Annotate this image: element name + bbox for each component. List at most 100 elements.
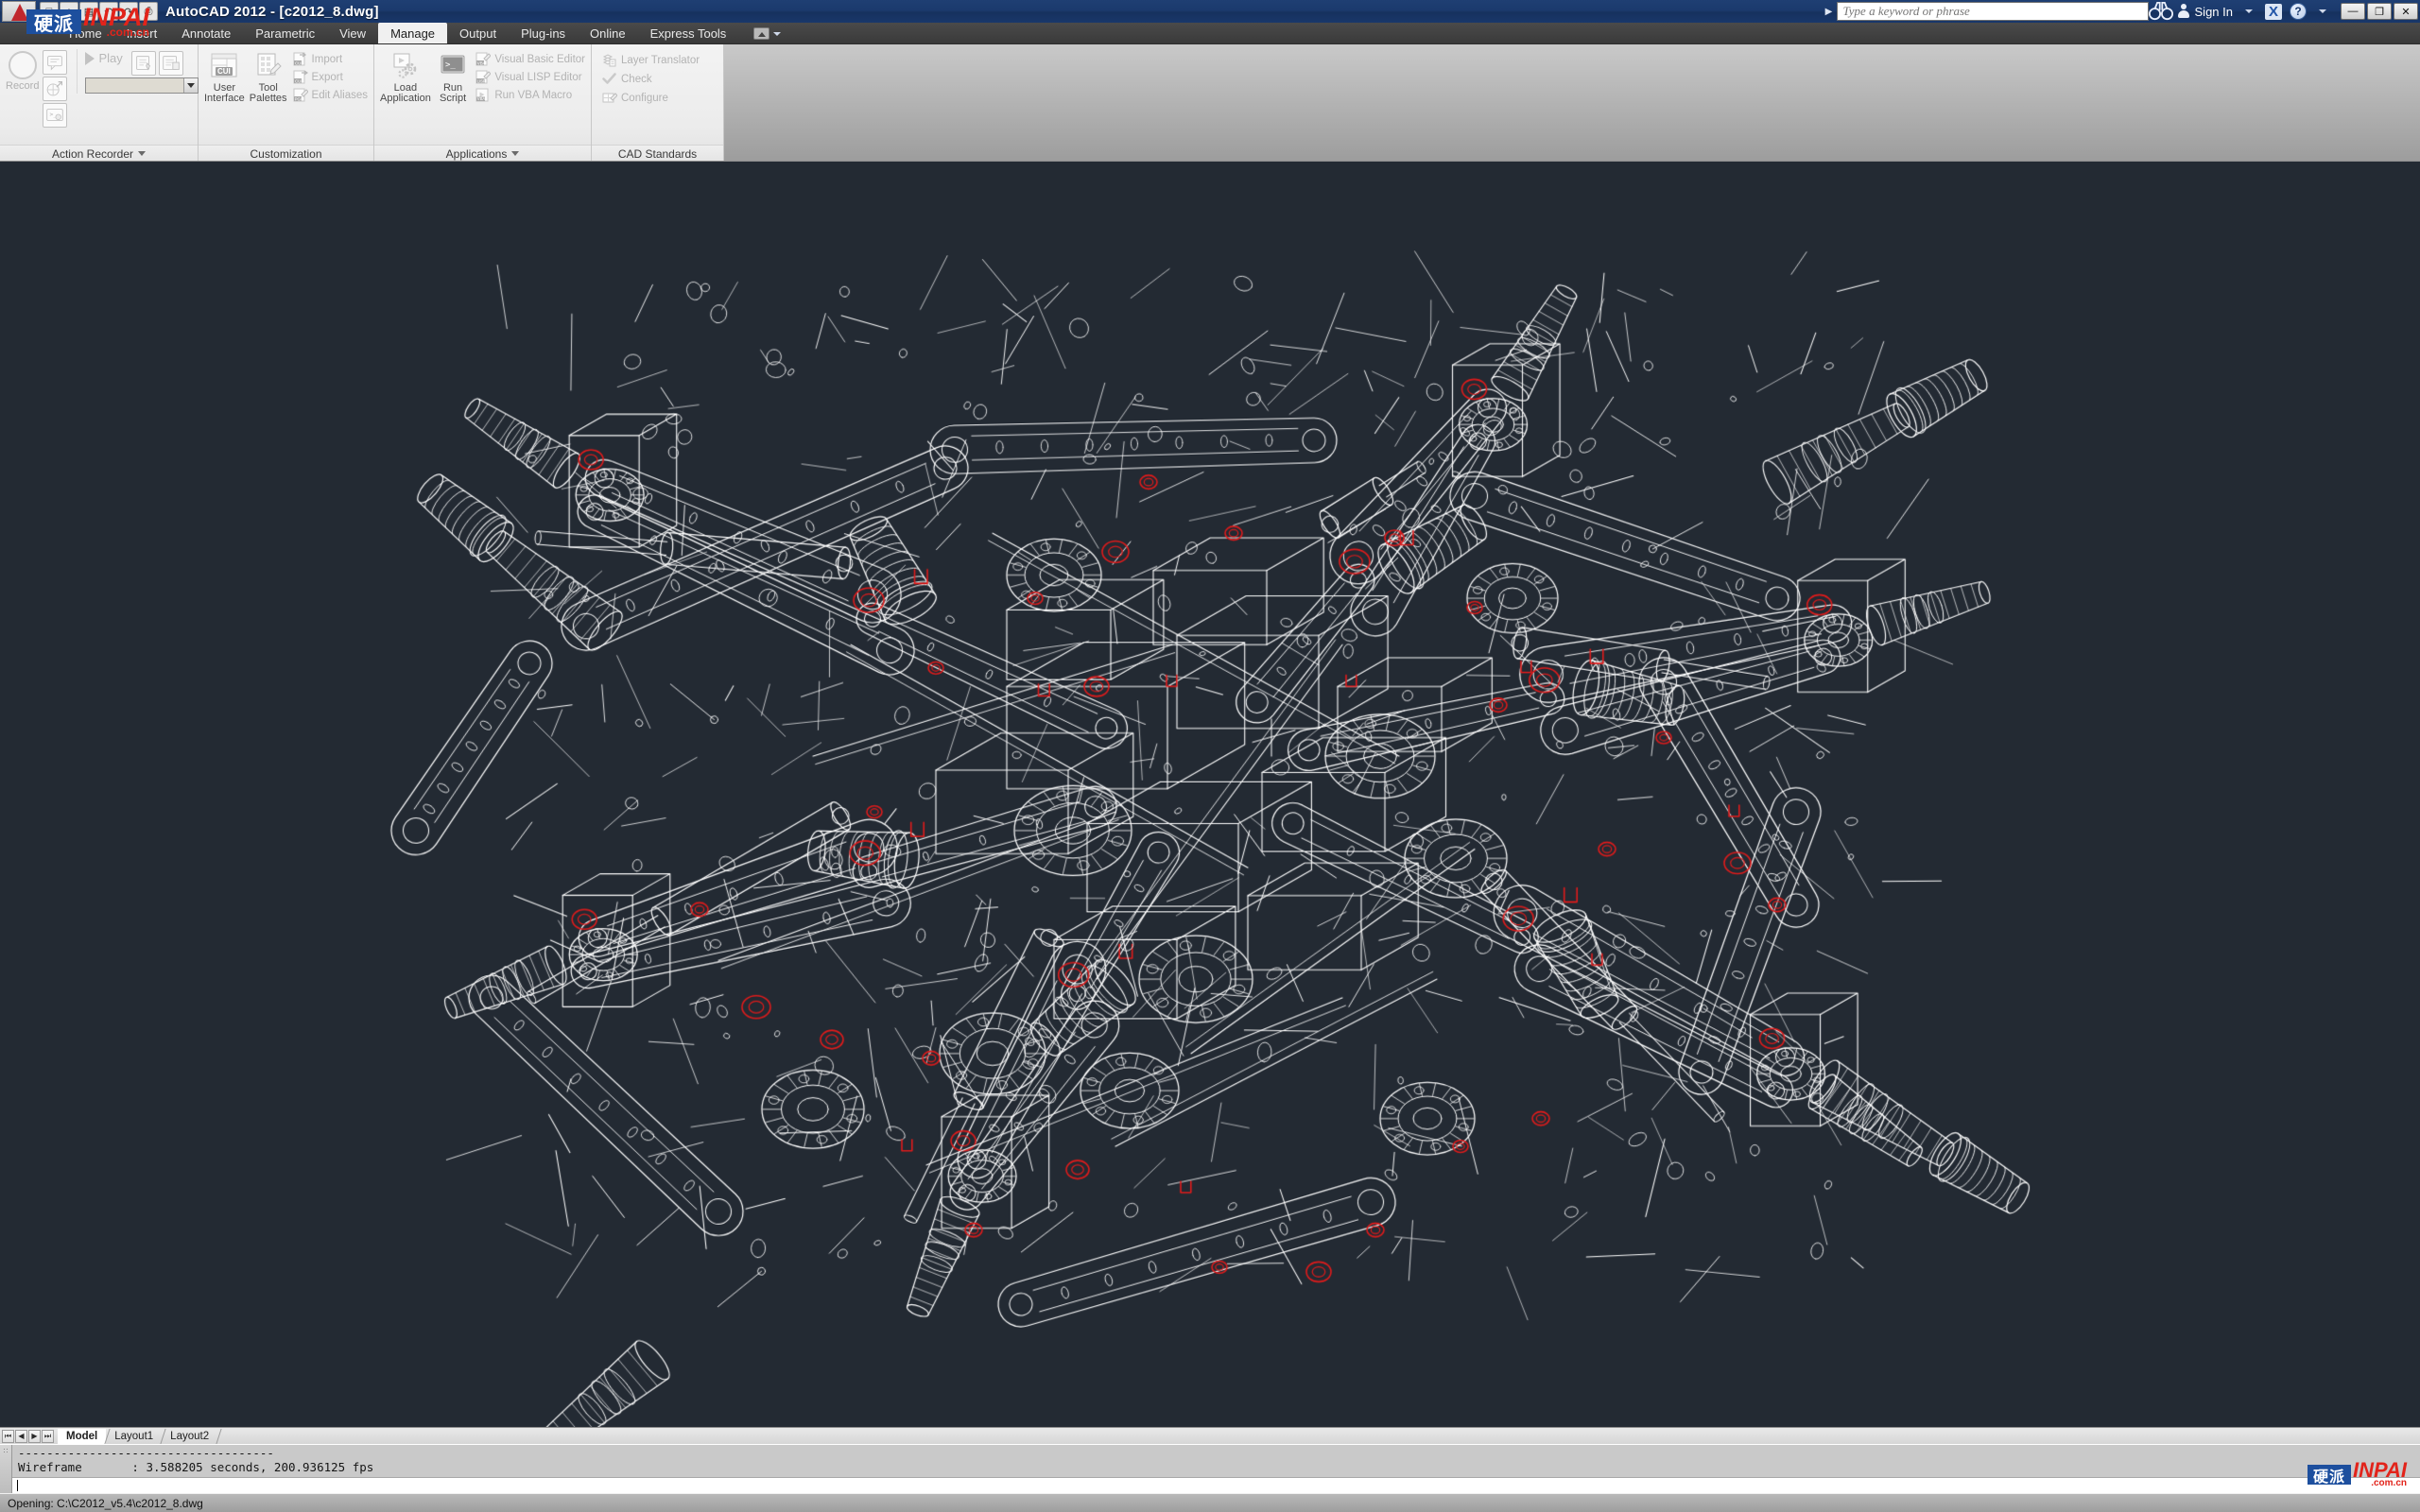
close-button[interactable]: ✕ bbox=[2394, 3, 2418, 20]
tab-express-tools[interactable]: Express Tools bbox=[638, 24, 739, 43]
status-message: Opening: C:\C2012_v5.4\c2012_8.dwg bbox=[8, 1497, 203, 1510]
status-bar: Opening: C:\C2012_v5.4\c2012_8.dwg bbox=[0, 1493, 2420, 1512]
qat-save-icon[interactable]: ▤ bbox=[79, 2, 98, 21]
pause-for-input-button[interactable]: >_ bbox=[43, 103, 67, 128]
command-window[interactable]: ------------------------------------ Wir… bbox=[0, 1444, 2420, 1493]
quick-access-buttons[interactable]: □ △ ▤ ↶ ↷ ⎙ bbox=[40, 2, 158, 21]
layout-tab-model[interactable]: Model bbox=[58, 1429, 106, 1444]
svg-text:>_: >_ bbox=[445, 60, 456, 70]
prev-layout-button[interactable]: ◀ bbox=[15, 1430, 27, 1443]
autocad-logo-icon[interactable] bbox=[2, 1, 36, 22]
panel-expand-chevron-icon[interactable] bbox=[511, 151, 519, 156]
edit-aliases-button[interactable]: PGP Edit Aliases bbox=[292, 87, 368, 103]
model-viewport[interactable] bbox=[0, 162, 2420, 1427]
infocenter: ▶ Sign In bbox=[1822, 0, 2420, 23]
svg-text:VBA: VBA bbox=[477, 60, 486, 65]
panel-label-action-recorder[interactable]: Action Recorder bbox=[0, 145, 198, 162]
tab-manage[interactable]: Manage bbox=[378, 23, 447, 43]
layer-translator-button[interactable]: Layer Translator bbox=[601, 52, 700, 68]
first-layout-button[interactable]: ⏮ bbox=[2, 1430, 14, 1443]
tab-insert[interactable]: Insert bbox=[114, 24, 170, 43]
load-application-button[interactable]: LoadApplication bbox=[380, 49, 431, 104]
play-button[interactable]: Play bbox=[85, 51, 122, 65]
tab-parametric[interactable]: Parametric bbox=[243, 24, 327, 43]
qat-new-icon[interactable]: □ bbox=[40, 2, 59, 21]
tab-view[interactable]: View bbox=[327, 24, 378, 43]
user-interface-button[interactable]: CUI UserInterface bbox=[204, 49, 245, 104]
last-layout-button[interactable]: ⏭ bbox=[42, 1430, 54, 1443]
export-cui-icon: CUI bbox=[292, 69, 308, 85]
ribbon-empty-area bbox=[724, 44, 2420, 161]
visual-lisp-editor-button[interactable]: LISP Visual LISP Editor bbox=[475, 69, 585, 85]
visual-basic-editor-button[interactable]: VBA Visual Basic Editor bbox=[475, 51, 585, 67]
layout-tab-layout1[interactable]: Layout1 bbox=[106, 1429, 162, 1444]
edit-aliases-pgp-icon: PGP bbox=[292, 87, 308, 103]
restore-button[interactable]: ❐ bbox=[2367, 3, 2392, 20]
search-input[interactable] bbox=[1843, 4, 2142, 19]
qat-open-icon[interactable]: △ bbox=[60, 2, 78, 21]
search-box[interactable] bbox=[1837, 2, 2149, 21]
run-script-icon: >_ bbox=[438, 51, 468, 81]
infocenter-expand-icon[interactable]: ▶ bbox=[1822, 2, 1837, 21]
sign-in-button[interactable]: Sign In bbox=[2173, 4, 2237, 19]
autodesk-exchange-icon[interactable]: X bbox=[2261, 1, 2286, 22]
configure-button[interactable]: Configure bbox=[601, 90, 700, 106]
qat-undo-icon[interactable]: ↶ bbox=[99, 2, 118, 21]
panel-label-customization[interactable]: Customization bbox=[199, 145, 373, 162]
panel-action-recorder: Record >_ bbox=[0, 44, 199, 162]
layout-tab-layout2[interactable]: Layout2 bbox=[162, 1429, 217, 1444]
action-macro-combo-chevron-icon[interactable] bbox=[183, 78, 198, 93]
next-layout-button[interactable]: ▶ bbox=[28, 1430, 41, 1443]
run-vba-macro-icon: VBA bbox=[475, 87, 491, 103]
run-vba-macro-button[interactable]: VBA Run VBA Macro bbox=[475, 87, 585, 103]
window-controls[interactable]: — ❐ ✕ bbox=[2341, 3, 2418, 20]
panel-label-applications[interactable]: Applications bbox=[374, 145, 591, 162]
insert-message-button[interactable] bbox=[43, 50, 67, 75]
action-macro-combo[interactable] bbox=[85, 77, 199, 94]
quick-access-toolbar[interactable]: □ △ ▤ ↶ ↷ ⎙ bbox=[0, 0, 158, 23]
tab-output[interactable]: Output bbox=[447, 24, 509, 43]
sign-in-label: Sign In bbox=[2195, 5, 2233, 19]
autocad-window: □ △ ▤ ↶ ↷ ⎙ AutoCAD 2012 - [c2012_8.dwg]… bbox=[0, 0, 2420, 1512]
import-button[interactable]: CUI Import bbox=[292, 51, 368, 67]
load-application-icon bbox=[390, 51, 421, 81]
qat-plot-icon[interactable]: ⎙ bbox=[139, 2, 158, 21]
help-dropdown-icon[interactable] bbox=[2310, 1, 2335, 22]
drawing-area[interactable] bbox=[0, 162, 2420, 1427]
command-input[interactable] bbox=[12, 1477, 2420, 1493]
tab-annotate[interactable]: Annotate bbox=[169, 24, 243, 43]
window-title: AutoCAD 2012 - [c2012_8.dwg] bbox=[165, 4, 379, 20]
insert-base-point-button[interactable] bbox=[43, 77, 67, 101]
cui-icon: CUI bbox=[209, 51, 239, 81]
minimize-ribbon-icon[interactable] bbox=[753, 27, 769, 40]
layout-nav-buttons[interactable]: ⏮ ◀ ▶ ⏭ bbox=[2, 1430, 54, 1443]
check-button[interactable]: Check bbox=[601, 71, 700, 87]
panel-label-cad-standards[interactable]: CAD Standards bbox=[592, 145, 723, 162]
tab-online[interactable]: Online bbox=[578, 24, 638, 43]
title-bar: □ △ ▤ ↶ ↷ ⎙ AutoCAD 2012 - [c2012_8.dwg]… bbox=[0, 0, 2420, 23]
help-icon[interactable]: ? bbox=[2286, 1, 2310, 22]
command-window-grip[interactable] bbox=[0, 1445, 12, 1493]
tool-palettes-button[interactable]: ToolPalettes bbox=[249, 49, 288, 104]
configure-icon bbox=[601, 90, 617, 106]
ribbon-options-chevron-icon[interactable] bbox=[773, 32, 781, 36]
ribbon-minimize-control[interactable] bbox=[753, 24, 781, 43]
action-macro-manager-button[interactable] bbox=[159, 51, 183, 76]
binoculars-icon[interactable] bbox=[2149, 1, 2173, 22]
tab-home[interactable]: Home bbox=[57, 24, 114, 43]
panel-expand-chevron-icon[interactable] bbox=[138, 151, 146, 156]
sign-in-dropdown-icon[interactable] bbox=[2237, 1, 2261, 22]
export-button[interactable]: CUI Export bbox=[292, 69, 368, 85]
record-button[interactable]: Record bbox=[6, 49, 39, 92]
tab-plug-ins[interactable]: Plug-ins bbox=[509, 24, 578, 43]
panel-applications: LoadApplication >_ RunScript VBA Visual … bbox=[374, 44, 592, 162]
check-icon bbox=[601, 71, 617, 87]
run-script-button[interactable]: >_ RunScript bbox=[435, 49, 472, 104]
svg-text:CUI: CUI bbox=[295, 78, 302, 83]
preferences-button[interactable] bbox=[131, 51, 156, 76]
qat-redo-icon[interactable]: ↷ bbox=[119, 2, 138, 21]
command-caret bbox=[17, 1480, 18, 1491]
minimize-button[interactable]: — bbox=[2341, 3, 2365, 20]
command-history-line: ------------------------------------ bbox=[18, 1446, 2420, 1460]
layer-translator-icon bbox=[601, 52, 617, 68]
